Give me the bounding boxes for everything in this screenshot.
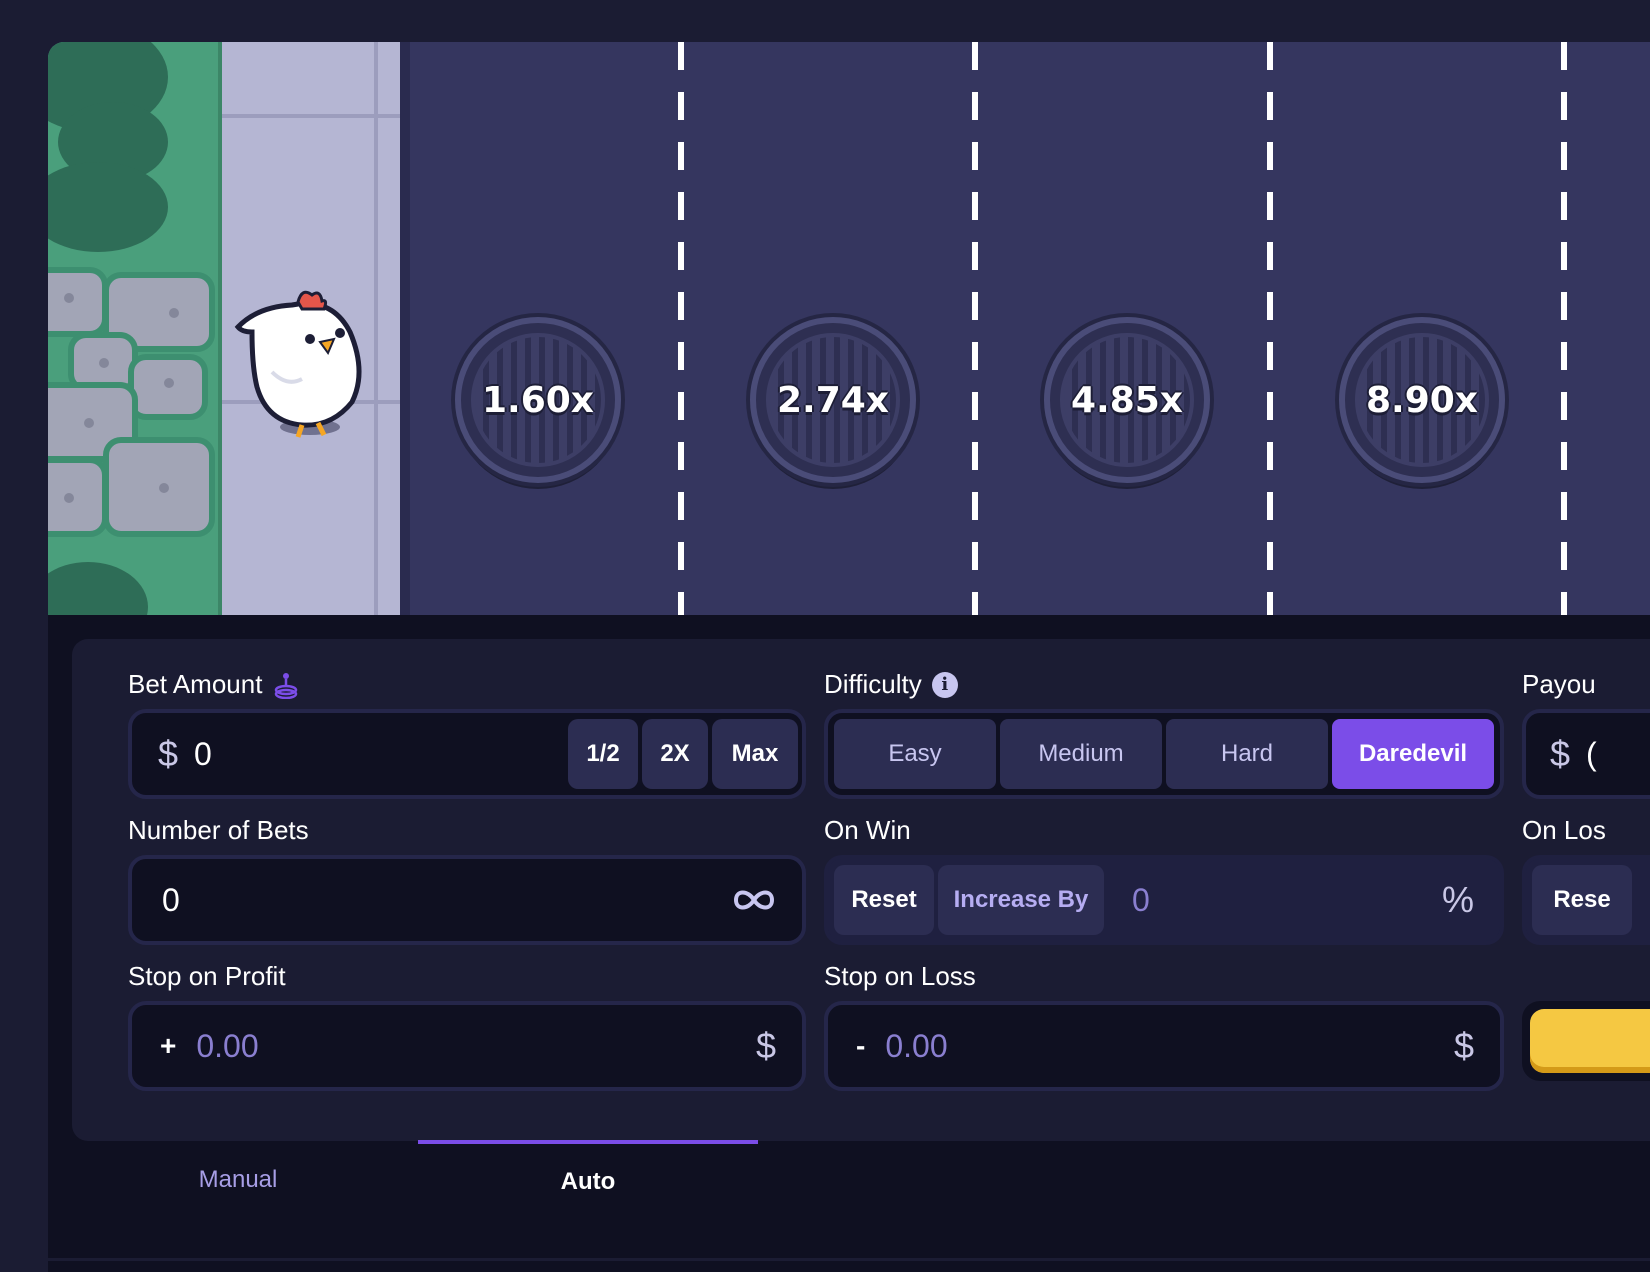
stop-on-loss-value[interactable]: 0.00 xyxy=(885,1028,1454,1065)
on-loss-reset-button[interactable]: Rese xyxy=(1532,865,1632,935)
game-scene: 1.60x 2.74x 4.85x 8.90x xyxy=(48,42,1650,615)
bet-settings-panel: Bet Amount $ 0 1/2 2X Max Difficulty i E… xyxy=(72,639,1650,1141)
number-of-bets-value[interactable]: 0 xyxy=(162,882,180,919)
difficulty-selector: Easy Medium Hard Daredevil xyxy=(824,709,1504,799)
lane-divider xyxy=(1267,42,1273,615)
manhole-lane-2[interactable]: 2.74x xyxy=(750,317,916,483)
max-bet-button[interactable]: Max xyxy=(712,719,798,789)
on-win-increase-button[interactable]: Increase By xyxy=(938,865,1104,935)
stone-decoration xyxy=(48,267,108,337)
on-loss-control: Rese xyxy=(1522,855,1650,945)
on-loss-label: On Los xyxy=(1522,815,1606,846)
infinity-icon[interactable] xyxy=(732,887,776,913)
lane-divider xyxy=(678,42,684,615)
play-button-frame xyxy=(1522,1001,1650,1081)
stone-decoration xyxy=(48,457,108,537)
multiplier-label: 1.60x xyxy=(481,379,595,421)
number-of-bets-input[interactable]: 0 xyxy=(128,855,806,945)
stone-decoration xyxy=(128,354,208,420)
multiplier-label: 4.85x xyxy=(1070,379,1184,421)
plus-icon: + xyxy=(160,1030,177,1061)
payout-input[interactable]: $ ( xyxy=(1522,709,1650,799)
bet-amount-label-text: Bet Amount xyxy=(128,669,263,699)
number-of-bets-label-text: Number of Bets xyxy=(128,815,309,845)
bet-amount-label: Bet Amount xyxy=(128,669,300,700)
info-icon[interactable]: i xyxy=(931,671,958,698)
bush-decoration xyxy=(48,562,148,615)
manhole-lane-1[interactable]: 1.60x xyxy=(455,317,621,483)
payout-label: Payou xyxy=(1522,669,1596,700)
difficulty-daredevil[interactable]: Daredevil xyxy=(1332,719,1494,789)
stop-on-profit-value[interactable]: 0.00 xyxy=(196,1028,756,1065)
percent-icon: % xyxy=(1441,879,1474,920)
on-win-control: Reset Increase By 0 % xyxy=(824,855,1504,945)
bet-amount-value[interactable]: 0 xyxy=(194,736,212,773)
road-curb xyxy=(400,42,410,615)
play-button[interactable] xyxy=(1530,1009,1650,1073)
stop-on-profit-input[interactable]: + 0.00 $ xyxy=(128,1001,806,1091)
manhole-lane-4[interactable]: 8.90x xyxy=(1339,317,1505,483)
stop-on-profit-label: Stop on Profit xyxy=(128,961,286,992)
stone-decoration xyxy=(103,437,215,537)
stop-on-loss-label-text: Stop on Loss xyxy=(824,961,976,991)
bush-decoration xyxy=(48,162,168,252)
tab-auto[interactable]: Auto xyxy=(418,1140,758,1220)
dollar-icon: $ xyxy=(1550,733,1571,774)
half-bet-button[interactable]: 1/2 xyxy=(568,719,638,789)
payout-value: ( xyxy=(1586,735,1597,772)
difficulty-medium[interactable]: Medium xyxy=(1000,719,1162,789)
coin-stack-icon xyxy=(275,672,298,699)
difficulty-label-text: Difficulty xyxy=(824,669,922,699)
minus-icon: - xyxy=(856,1030,866,1061)
difficulty-easy[interactable]: Easy xyxy=(834,719,996,789)
difficulty-label: Difficulty i xyxy=(824,669,958,700)
dollar-icon: $ xyxy=(1453,1025,1474,1066)
dollar-icon: $ xyxy=(158,733,179,774)
multiplier-label: 2.74x xyxy=(776,379,890,421)
manhole-lane-3[interactable]: 4.85x xyxy=(1044,317,1210,483)
stop-on-loss-input[interactable]: - 0.00 $ xyxy=(824,1001,1504,1091)
control-area: Bet Amount $ 0 1/2 2X Max Difficulty i E… xyxy=(48,615,1650,1272)
stop-on-profit-label-text: Stop on Profit xyxy=(128,961,286,991)
divider xyxy=(48,1258,1650,1261)
on-win-label: On Win xyxy=(824,815,911,846)
lane-divider xyxy=(972,42,978,615)
tab-manual[interactable]: Manual xyxy=(68,1140,408,1220)
double-bet-button[interactable]: 2X xyxy=(642,719,708,789)
stop-on-loss-label: Stop on Loss xyxy=(824,961,976,992)
mode-tabs: Manual Auto xyxy=(48,1140,1650,1220)
on-win-increase-value[interactable]: 0 xyxy=(1132,882,1442,919)
payout-label-text: Payou xyxy=(1522,669,1596,699)
bet-modifier-group: 1/2 2X Max xyxy=(568,719,798,789)
number-of-bets-label: Number of Bets xyxy=(128,815,309,846)
chicken-character xyxy=(234,290,362,438)
difficulty-hard[interactable]: Hard xyxy=(1166,719,1328,789)
on-win-label-text: On Win xyxy=(824,815,911,845)
grass-strip xyxy=(48,42,222,615)
multiplier-label: 8.90x xyxy=(1365,379,1479,421)
dollar-icon: $ xyxy=(755,1025,776,1066)
on-win-reset-button[interactable]: Reset xyxy=(834,865,934,935)
lane-divider xyxy=(1561,42,1567,615)
on-loss-label-text: On Los xyxy=(1522,815,1606,845)
